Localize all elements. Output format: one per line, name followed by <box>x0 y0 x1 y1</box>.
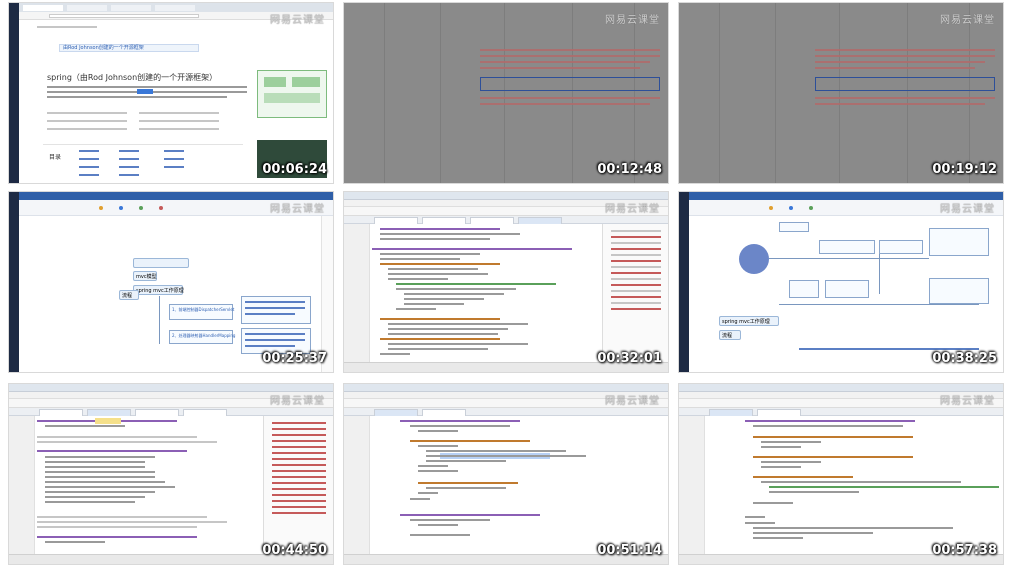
code-editor[interactable] <box>35 416 263 554</box>
diagram-screen: spring mvc工作原理 流程 <box>679 192 1003 372</box>
thumbnail-2[interactable]: 网易云课堂 00:12:48 <box>343 2 669 184</box>
diagram-box <box>879 240 923 254</box>
mm-node-mvc[interactable]: mvc模型 <box>133 271 157 281</box>
browser-screen: 由Rod Johnson创建的一个开源框架 spring（由Rod Johnso… <box>9 3 333 183</box>
watermark: 网易云课堂 <box>605 15 660 26</box>
diagram-box <box>779 222 809 232</box>
taskbar <box>9 3 19 183</box>
structure-panel[interactable] <box>263 416 333 554</box>
diagram-box <box>825 280 869 298</box>
diagram-box <box>819 240 875 254</box>
code-editor[interactable] <box>705 416 1003 554</box>
code-editor[interactable] <box>370 416 668 554</box>
mm-node-label: mvc模型 <box>136 274 157 280</box>
diagram-flow[interactable]: 流程 <box>719 330 741 340</box>
thumbnail-6[interactable]: spring mvc工作原理 流程 网易云课堂 00:38:25 <box>678 191 1004 373</box>
ide-screen <box>679 384 1003 564</box>
timestamp: 00:32:01 <box>597 351 662 366</box>
watermark: 网易云课堂 <box>605 396 660 407</box>
ide-screen <box>9 384 333 564</box>
mm-note-1 <box>241 296 311 324</box>
thumbnail-1[interactable]: 由Rod Johnson创建的一个开源框架 spring（由Rod Johnso… <box>8 2 334 184</box>
video-thumbnail-grid: 由Rod Johnson创建的一个开源框架 spring（由Rod Johnso… <box>0 0 1012 577</box>
watermark: 网易云课堂 <box>605 204 660 215</box>
thumbnail-3[interactable]: 网易云课堂 00:19:12 <box>678 2 1004 184</box>
mm-node-label: 流程 <box>122 293 133 299</box>
selection-box <box>815 77 995 91</box>
mm-step-label: 1、前端控制器DispatcherServlet <box>172 307 235 312</box>
diagram-caption[interactable]: spring mvc工作原理 <box>719 316 779 326</box>
timestamp: 00:44:50 <box>262 543 327 558</box>
thumbnail-4[interactable]: mvc模型 spring mvc工作原理 流程 1、前端控制器Dispatche… <box>8 191 334 373</box>
watermark: 网易云课堂 <box>940 396 995 407</box>
thumbnail-9[interactable]: 网易云课堂 00:57:38 <box>678 383 1004 565</box>
mm-node-flow[interactable]: 流程 <box>119 290 139 300</box>
diagram-flow-label: 流程 <box>722 333 733 339</box>
watermark: 网易云课堂 <box>940 15 995 26</box>
banner-text: 由Rod Johnson创建的一个开源框架 <box>63 45 144 51</box>
page-content: 由Rod Johnson创建的一个开源框架 spring（由Rod Johnso… <box>19 20 333 183</box>
diagram-box <box>929 278 989 304</box>
dim-screen <box>344 3 668 183</box>
ide-screen <box>344 192 668 372</box>
mm-node-principle[interactable]: spring mvc工作原理 <box>133 285 184 295</box>
thumbnail-8[interactable]: 网易云课堂 00:51:14 <box>343 383 669 565</box>
diagram-box <box>789 280 819 298</box>
mm-node-label: spring mvc工作原理 <box>136 288 184 294</box>
user-avatar-icon <box>739 244 769 274</box>
timestamp: 00:57:38 <box>932 543 997 558</box>
diagram-caption-label: spring mvc工作原理 <box>722 319 770 325</box>
framework-image <box>257 70 327 118</box>
timestamp: 00:51:14 <box>597 543 662 558</box>
mm-step-2[interactable]: 2、处理器映射器HandlerMapping <box>169 330 236 344</box>
watermark: 网易云课堂 <box>270 15 325 26</box>
watermark: 网易云课堂 <box>940 204 995 215</box>
dim-screen <box>679 3 1003 183</box>
mindmap-screen: mvc模型 spring mvc工作原理 流程 1、前端控制器Dispatche… <box>9 192 333 372</box>
structure-panel[interactable] <box>602 224 668 362</box>
timestamp: 00:38:25 <box>932 351 997 366</box>
timestamp: 00:06:24 <box>262 162 327 177</box>
diagram-box <box>929 228 989 256</box>
thumbnail-5[interactable]: 网易云课堂 00:32:01 <box>343 191 669 373</box>
mm-node-root[interactable] <box>133 258 189 268</box>
mm-step-1[interactable]: 1、前端控制器DispatcherServlet <box>169 304 235 320</box>
page-heading: spring（由Rod Johnson创建的一个开源框架） <box>47 73 218 82</box>
ide-screen <box>344 384 668 564</box>
thumbnail-7[interactable]: 网易云课堂 00:44:50 <box>8 383 334 565</box>
timestamp: 00:12:48 <box>597 162 662 177</box>
timestamp: 00:25:37 <box>262 351 327 366</box>
mm-step-label: 2、处理器映射器HandlerMapping <box>172 333 236 338</box>
watermark: 网易云课堂 <box>270 396 325 407</box>
selection-box <box>480 77 660 91</box>
code-editor[interactable] <box>370 224 602 362</box>
timestamp: 00:19:12 <box>932 162 997 177</box>
watermark: 网易云课堂 <box>270 204 325 215</box>
